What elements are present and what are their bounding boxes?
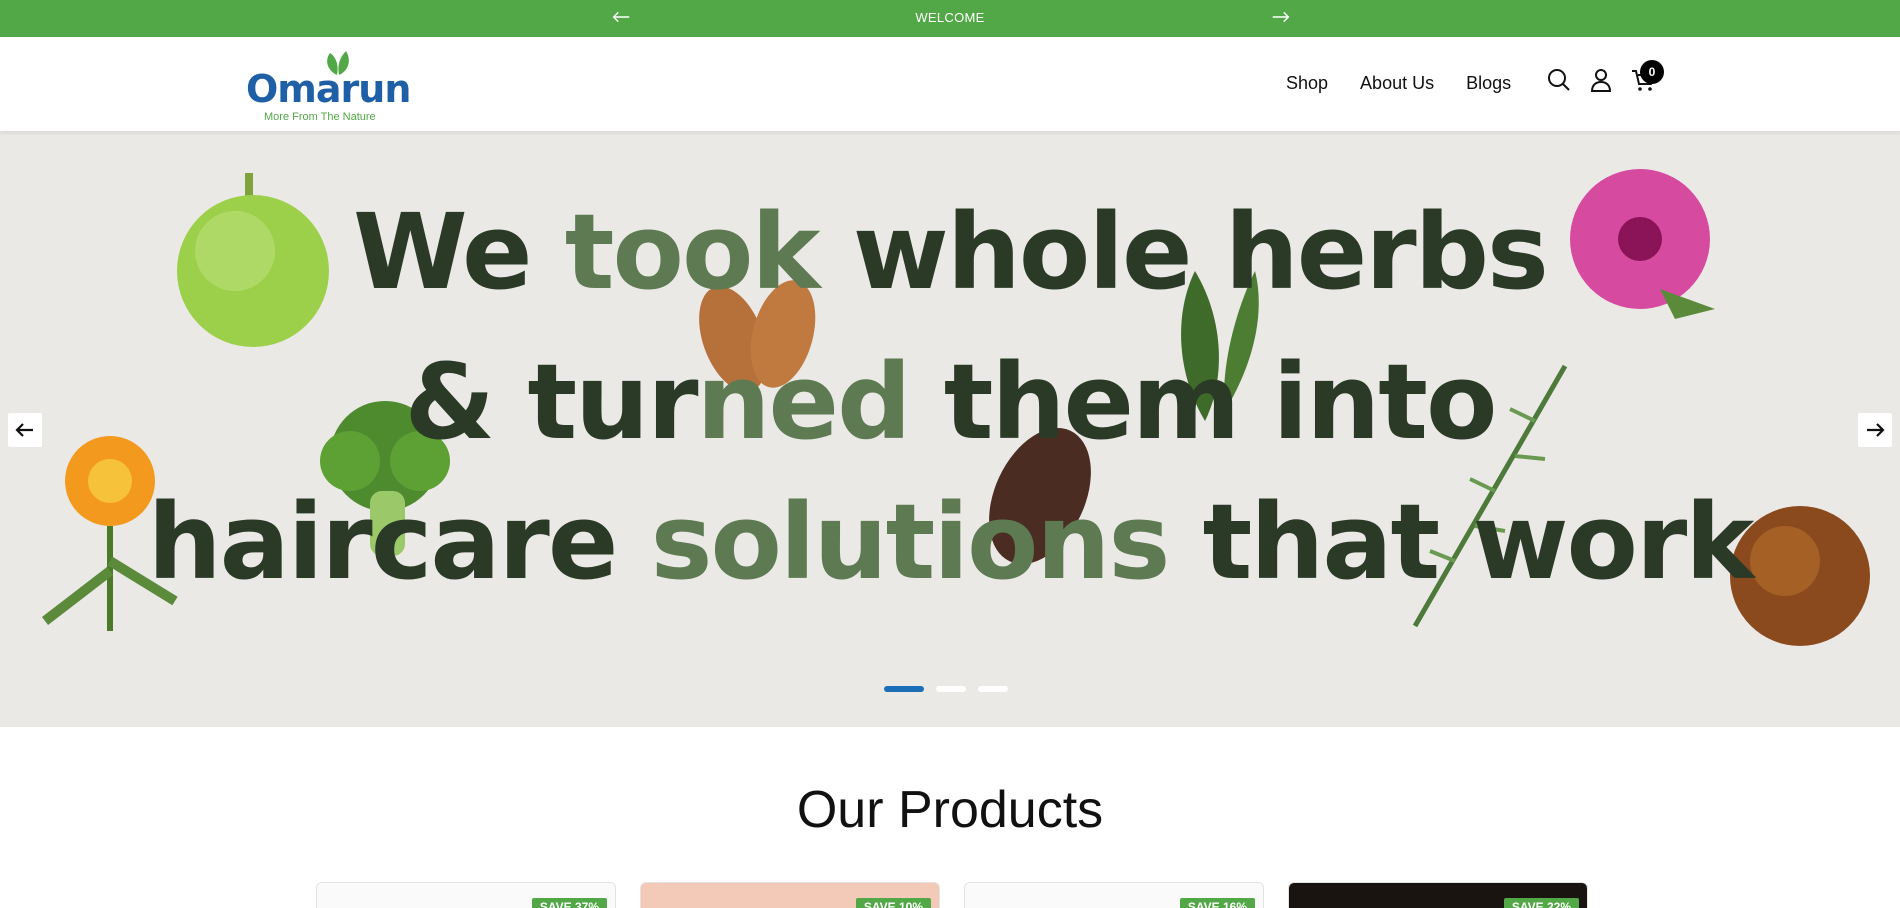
discount-badge: SAVE 22%: [1503, 898, 1579, 908]
product-card[interactable]: SAVE 37%: [316, 882, 616, 908]
nav-item-blogs[interactable]: Blogs: [1466, 73, 1511, 94]
discount-badge: SAVE 37%: [531, 898, 607, 908]
products-heading: Our Products: [796, 781, 1104, 839]
hero-next-button[interactable]: [1858, 413, 1892, 447]
hero-headline-line-2: & turned them into: [404, 341, 1498, 463]
discount-badge: SAVE 10%: [855, 898, 931, 908]
nav-item-about-us[interactable]: About Us: [1360, 73, 1434, 94]
announcement-message: WELCOME: [915, 10, 985, 25]
announcement-next-arrow-icon[interactable]: [1270, 6, 1292, 28]
main-nav: Shop About Us Blogs: [1286, 73, 1511, 94]
account-icon[interactable]: [1588, 67, 1614, 93]
announcement-bar: WELCOME: [0, 0, 1900, 37]
brand-name: Omarun: [246, 67, 411, 111]
hero-dot-3[interactable]: [978, 686, 1008, 692]
hero-headline-line-3: haircare solutions that work: [147, 481, 1755, 603]
arrow-left-icon: [15, 423, 33, 437]
hero-pagination: [884, 686, 1008, 692]
product-card[interactable]: SAVE 16%: [964, 882, 1264, 908]
product-card[interactable]: SAVE 10%: [640, 882, 940, 908]
product-card[interactable]: SAVE 22%: [1288, 882, 1588, 908]
site-header: Omarun More From The Nature Shop About U…: [0, 37, 1900, 131]
hero-prev-button[interactable]: [8, 413, 42, 447]
hero-headline-line-1: We took whole herbs: [353, 191, 1549, 313]
logo[interactable]: Omarun More From The Nature: [246, 49, 411, 123]
hero-banner: We took whole herbs & turned them into h…: [0, 131, 1900, 727]
hero-dot-2[interactable]: [936, 686, 966, 692]
discount-badge: SAVE 16%: [1179, 898, 1255, 908]
nav-item-shop[interactable]: Shop: [1286, 73, 1328, 94]
cart-count-badge: 0: [1640, 60, 1664, 84]
search-icon[interactable]: [1546, 67, 1572, 93]
arrow-right-icon: [1867, 423, 1885, 437]
brand-tagline: More From The Nature: [264, 111, 376, 123]
hero-dot-1[interactable]: [884, 686, 924, 692]
